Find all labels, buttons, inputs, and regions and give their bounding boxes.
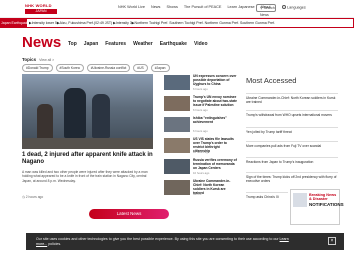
topic-chips: #Donald Trump #South Korea #Ukraine-Russ… <box>22 64 170 72</box>
list-item[interactable]: Russia verifies ceremony of termination … <box>164 158 237 178</box>
close-icon[interactable]: × <box>328 237 336 245</box>
list-item[interactable]: Ukraine Commander-in-Chief: North Korean… <box>164 179 236 199</box>
language-selector[interactable]: Languages <box>282 5 306 10</box>
topics-heading: Topics View all > <box>22 57 54 62</box>
tab-top[interactable]: Top <box>68 41 77 47</box>
top-bar: NHK WORLD JAPAN NHK World Live News Show… <box>0 0 354 18</box>
logo-top-text: NHK WORLD <box>25 3 52 8</box>
top-nav-learn-japanese[interactable]: Learn Japanese <box>227 5 254 9</box>
search-button[interactable]: ⚲Search News <box>256 4 276 17</box>
story-meta: 6 hours ago <box>193 129 208 133</box>
story-meta: 10 hours ago <box>193 150 210 154</box>
topics-label: Topics <box>22 57 37 62</box>
topic-chip[interactable]: #US <box>133 64 148 72</box>
top-nav-peace[interactable]: The Pursuit of PEACE <box>184 5 222 9</box>
list-item[interactable]: Ishiba "extinguishes" achievement 6 hour… <box>164 116 236 136</box>
section-header: News <box>22 34 61 51</box>
top-nav: NHK World Live News Shows The Pursuit of… <box>118 5 271 9</box>
story-meta: Jan 23 <box>193 192 202 196</box>
logo-bottom-text: JAPAN <box>25 9 57 14</box>
topic-chip[interactable]: #South Korea <box>55 64 84 72</box>
story-thumbnail <box>164 117 190 132</box>
tab-japan[interactable]: Japan <box>84 41 98 47</box>
topic-chip[interactable]: #Ukraine-Russia conflict <box>86 64 131 72</box>
story-meta: 6 hours ago <box>193 87 208 91</box>
most-accessed-item[interactable]: Sign of the times: Trump kicks off 2nd p… <box>246 172 338 183</box>
story-meta: 6 hours ago <box>193 108 208 112</box>
ticker-text: ▶Intensity lower 5▶Aizu, Fukushima Pref.… <box>29 21 276 25</box>
story-title: Russia verifies ceremony of termination … <box>193 158 237 170</box>
story-title: UN expresses concern over possible depor… <box>193 74 237 86</box>
list-item[interactable]: US VIS states file lawsuits over Trump's… <box>164 137 236 157</box>
page-title: News <box>22 34 62 51</box>
topics-view-all-link[interactable]: View all > <box>39 58 54 62</box>
latest-news-button[interactable]: Latest News <box>89 209 169 219</box>
globe-icon <box>282 5 286 9</box>
most-accessed-item[interactable]: Reactions from Japan to Trump's inaugura… <box>246 157 338 164</box>
hero-timestamp: ◷ 2 hours ago <box>22 195 44 199</box>
top-nav-news[interactable]: News <box>151 5 161 9</box>
list-item[interactable]: UN expresses concern over possible depor… <box>164 74 236 94</box>
hero-summary: A man was killed and two other people we… <box>22 170 148 183</box>
story-thumbnail <box>164 96 190 111</box>
most-accessed-item[interactable]: Trump's withdrawal from WHO upsets inter… <box>246 110 338 117</box>
cookie-banner: Our site uses cookies and other technolo… <box>26 233 344 250</box>
cookie-message: Our site uses cookies and other technolo… <box>36 237 298 246</box>
cookie-message-text: Our site uses cookies and other technolo… <box>36 237 279 241</box>
most-accessed-item[interactable]: Ukraine Commander-in-Chief: North Korean… <box>246 93 338 104</box>
topic-chip[interactable]: #Japan <box>150 64 170 72</box>
section-nav: Top Japan Features Weather Earthquake Vi… <box>68 41 208 47</box>
hero-time-text: 2 hours ago <box>25 195 44 199</box>
hero-image[interactable] <box>22 74 153 149</box>
story-title: Trump's UN envoy nominee to negotiate ab… <box>193 95 237 107</box>
tab-features[interactable]: Features <box>105 41 126 47</box>
ticker-tag: Japan Earthquake <box>1 19 30 27</box>
story-meta: 10 hours ago <box>193 171 210 175</box>
list-item[interactable]: Trump's UN envoy nominee to negotiate ab… <box>164 95 237 115</box>
story-thumbnail <box>164 138 190 153</box>
most-accessed-title: Most Accessed <box>246 76 297 85</box>
notification-icon <box>293 193 307 207</box>
most-accessed-item[interactable]: More companies pull ads from Fuji TV ove… <box>246 141 338 148</box>
tab-weather[interactable]: Weather <box>133 41 153 47</box>
tab-earthquake[interactable]: Earthquake <box>160 41 187 47</box>
most-accessed-item[interactable]: Trump asks China's Xi <box>246 192 288 199</box>
top-nav-live[interactable]: NHK World Live <box>118 5 145 9</box>
story-thumbnail <box>164 180 190 195</box>
breaking-ticker[interactable]: Japan Earthquake ▶Intensity lower 5▶Aizu… <box>0 18 354 28</box>
hero-headline[interactable]: 1 dead, 2 injured after apparent knife a… <box>22 152 154 166</box>
story-thumbnail <box>164 159 190 174</box>
notifications-banner[interactable]: Breaking News & Disaster NOTIFICATIONS <box>290 189 344 225</box>
site-logo[interactable]: NHK WORLD JAPAN <box>25 3 57 15</box>
search-icon: ⚲ <box>260 6 263 10</box>
notifications-banner-title: Breaking News & Disaster <box>309 193 337 202</box>
top-nav-shows[interactable]: Shows <box>166 5 177 9</box>
language-label: Languages <box>287 5 306 10</box>
most-accessed-item[interactable]: Yen jolted by Trump tariff threat <box>246 127 338 134</box>
story-title: Ishiba "extinguishes" achievement <box>193 116 227 124</box>
cookie-message-suffix: policies. <box>48 241 62 246</box>
tab-video[interactable]: Video <box>194 41 208 47</box>
topic-chip[interactable]: #Donald Trump <box>22 64 53 72</box>
story-thumbnail <box>164 75 190 90</box>
notifications-banner-subtitle: NOTIFICATIONS <box>309 202 344 207</box>
